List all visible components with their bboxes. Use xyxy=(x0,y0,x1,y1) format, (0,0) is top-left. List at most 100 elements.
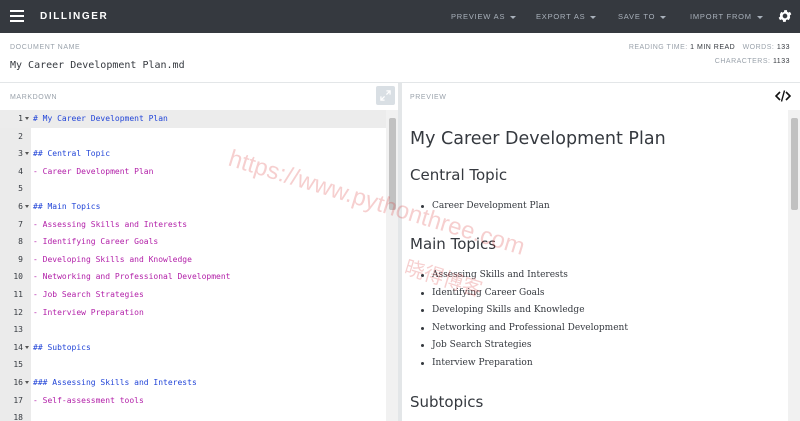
fold-arrow-icon[interactable] xyxy=(25,345,29,349)
editor-line[interactable]: 13 xyxy=(0,321,386,339)
editor-line-text: - Interview Preparation xyxy=(33,307,144,317)
preview-scrollbar-thumb[interactable] xyxy=(791,118,798,210)
editor-line[interactable]: 14 ## Subtopics xyxy=(0,339,386,357)
editor-line-text: # My Career Development Plan xyxy=(33,114,168,123)
caret-down-icon xyxy=(756,15,763,19)
characters-label: CHARACTERS: xyxy=(714,58,771,65)
line-number: 4 xyxy=(18,166,23,176)
import-from-label: IMPORT FROM xyxy=(690,12,752,21)
line-number: 15 xyxy=(13,360,23,370)
markdown-pane-label: MARKDOWN xyxy=(10,94,58,101)
editor-line[interactable]: 5 xyxy=(0,180,386,198)
line-number: 10 xyxy=(13,272,23,282)
editor-line[interactable]: 11 - Job Search Strategies xyxy=(0,286,386,304)
characters-value: 1133 xyxy=(772,58,790,65)
preview-as-menu[interactable]: PREVIEW AS xyxy=(451,12,517,21)
editor-line-text: - Developing Skills and Knowledge xyxy=(33,254,192,264)
import-from-menu[interactable]: IMPORT FROM xyxy=(690,12,763,21)
editor-line-text: - Self-assessment tools xyxy=(33,395,144,405)
view-html-button[interactable] xyxy=(773,87,793,105)
preview-list-item: Interview Preparation xyxy=(421,358,533,368)
editor-line-text: - Job Search Strategies xyxy=(33,290,144,299)
line-number: 18 xyxy=(13,413,23,421)
caret-down-icon xyxy=(590,15,597,19)
reading-time-label: READING TIME: xyxy=(628,44,688,51)
preview-pane: My Career Development Plan Central Topic… xyxy=(402,110,800,421)
line-number: 3 xyxy=(18,149,23,159)
preview-as-label: PREVIEW AS xyxy=(451,12,506,21)
document-name-label: DOCUMENT NAME xyxy=(10,44,81,51)
document-stats-characters: CHARACTERS: 1133 xyxy=(715,58,790,65)
markdown-editor[interactable]: 1 # My Career Development Plan 2 3 ## Centra… xyxy=(0,110,398,421)
words-label: WORDS: xyxy=(742,44,775,51)
line-number: 6 xyxy=(18,202,23,211)
preview-list-item: Networking and Professional Development xyxy=(421,322,628,333)
editor-line[interactable]: 1 # My Career Development Plan xyxy=(0,110,386,128)
expand-icon xyxy=(380,90,391,101)
editor-line-text: ## Main Topics xyxy=(33,202,101,211)
editor-line[interactable]: 12 - Interview Preparation xyxy=(0,304,386,322)
editor-scrollbar-thumb[interactable] xyxy=(389,118,396,210)
line-number: 13 xyxy=(13,325,23,335)
line-number: 1 xyxy=(18,114,23,123)
preview-list-item: Assessing Skills and Interests xyxy=(421,270,568,280)
fold-arrow-icon[interactable] xyxy=(25,381,29,384)
hamburger-icon[interactable] xyxy=(10,10,24,22)
editor-line[interactable]: 16 ### Assessing Skills and Interests xyxy=(0,374,386,392)
save-to-label: SAVE TO xyxy=(618,12,656,21)
preview-heading: Subtopics xyxy=(410,393,484,411)
editor-line[interactable]: 9 - Developing Skills and Knowledge xyxy=(0,251,386,269)
editor-line-text: - Assessing Skills and Interests xyxy=(33,219,188,229)
editor-line-text: ## Subtopics xyxy=(33,342,91,352)
editor-line[interactable]: 6 ## Main Topics xyxy=(0,198,386,216)
fold-arrow-icon[interactable] xyxy=(25,205,29,208)
export-as-label: EXPORT AS xyxy=(536,12,586,21)
expand-editor-button[interactable] xyxy=(376,86,395,105)
editor-line[interactable]: 15 xyxy=(0,356,386,374)
words-value: 133 xyxy=(776,44,790,51)
editor-line-text: ### Assessing Skills and Interests xyxy=(33,378,197,387)
editor-line[interactable]: 17 - Self-assessment tools xyxy=(0,392,386,410)
editor-line[interactable]: 4 - Career Development Plan xyxy=(0,163,386,181)
preview-pane-label: PREVIEW xyxy=(410,94,447,101)
line-number: 17 xyxy=(13,395,23,405)
line-number: 12 xyxy=(13,307,23,317)
preview-list-item: Developing Skills and Knowledge xyxy=(421,305,585,316)
editor-line-text: - Identifying Career Goals xyxy=(33,237,159,247)
editor-line-text: ## Central Topic xyxy=(33,149,111,159)
preview-list-item: Job Search Strategies xyxy=(420,340,532,351)
caret-down-icon xyxy=(660,15,667,19)
line-number: 14 xyxy=(13,342,23,352)
line-number: 7 xyxy=(18,219,23,229)
save-to-menu[interactable]: SAVE TO xyxy=(618,12,667,21)
fold-arrow-icon[interactable] xyxy=(25,152,29,156)
line-number: 5 xyxy=(18,184,23,194)
line-number: 2 xyxy=(18,131,23,141)
editor-line[interactable]: 18 xyxy=(0,409,386,421)
editor-line[interactable]: 8 - Identifying Career Goals xyxy=(0,233,386,251)
export-as-menu[interactable]: EXPORT AS xyxy=(536,12,597,21)
preview-heading: Central Topic xyxy=(410,166,508,184)
fold-arrow-icon[interactable] xyxy=(25,117,29,120)
editor-line[interactable]: 10 - Networking and Professional Developm… xyxy=(0,268,386,286)
preview-list-item: Career Development Plan xyxy=(421,201,550,211)
editor-line[interactable]: 7 - Assessing Skills and Interests xyxy=(0,216,386,234)
line-number: 9 xyxy=(18,254,23,264)
document-name-input[interactable] xyxy=(10,60,310,71)
editor-line[interactable]: 3 ## Central Topic xyxy=(0,145,386,163)
caret-down-icon xyxy=(510,15,517,19)
line-number: 16 xyxy=(13,378,23,387)
brand-logo: DILLINGER xyxy=(40,11,109,22)
preview-list-item: Identifying Career Goals xyxy=(421,287,545,298)
line-number: 11 xyxy=(13,290,23,299)
preview-title: My Career Development Plan xyxy=(410,129,666,149)
editor-line[interactable]: 2 xyxy=(0,128,386,146)
preview-heading: Main Topics xyxy=(410,235,497,253)
code-icon xyxy=(775,90,791,102)
editor-line-text: - Networking and Professional Developmen… xyxy=(33,272,231,282)
top-bar: DILLINGER PREVIEW AS EXPORT AS SAVE TO I… xyxy=(0,0,800,33)
line-number: 8 xyxy=(18,237,23,247)
document-stats: READING TIME: 1 MIN READ WORDS: 133 xyxy=(629,44,790,51)
reading-time-value: 1 MIN READ xyxy=(690,44,736,51)
gear-icon[interactable] xyxy=(777,8,793,24)
